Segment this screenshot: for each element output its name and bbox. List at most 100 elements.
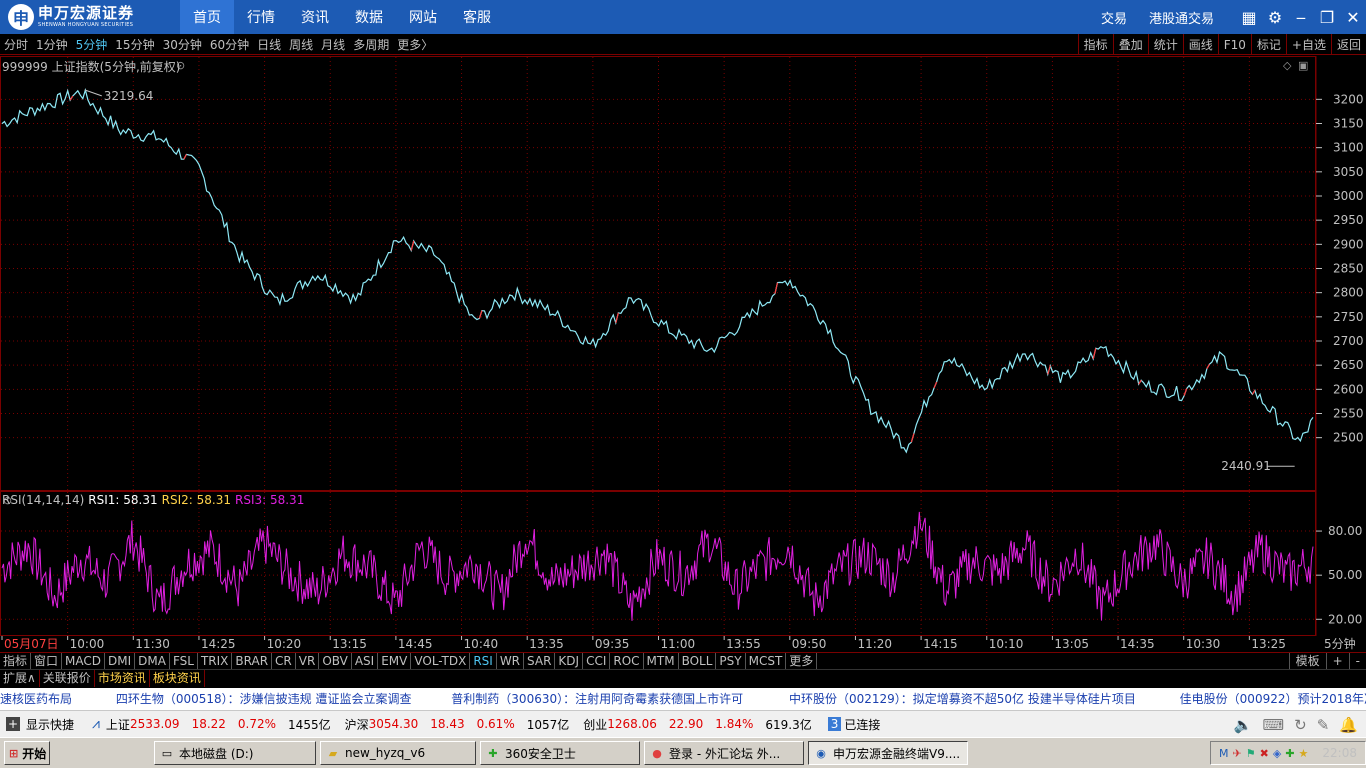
indicator-tab-vr[interactable]: VR bbox=[296, 653, 320, 669]
tray-icon[interactable]: ★ bbox=[1299, 747, 1309, 760]
indicator-tab--[interactable]: 窗口 bbox=[31, 653, 63, 669]
task-terminal[interactable]: ◉ 申万宏源金融终端V9.... bbox=[808, 741, 968, 765]
task-browser[interactable]: ● 登录 - 外汇论坛 外... bbox=[644, 741, 804, 765]
stats-button[interactable]: 统计 bbox=[1147, 34, 1183, 55]
period-tab[interactable]: 60分钟 bbox=[206, 36, 253, 53]
ticker-item[interactable]: 速核医药布局 bbox=[0, 688, 72, 710]
indicator-tab-wr[interactable]: WR bbox=[497, 653, 525, 669]
tray-icon[interactable]: ✚ bbox=[1285, 747, 1294, 760]
task-disk[interactable]: ▭ 本地磁盘 (D:) bbox=[154, 741, 316, 765]
indicator-tab-cci[interactable]: CCI bbox=[583, 653, 611, 669]
period-tab[interactable]: 多周期 bbox=[349, 36, 393, 53]
nav-news[interactable]: 资讯 bbox=[288, 0, 342, 34]
ticker-item[interactable]: 四环生物（000518）：涉嫌信披违规 遭证监会立案调查 bbox=[116, 688, 412, 710]
period-tab[interactable]: 周线 bbox=[285, 36, 317, 53]
chart-small-icon[interactable]: ⩘ bbox=[92, 716, 100, 732]
period-tab[interactable]: 1分钟 bbox=[32, 36, 72, 53]
back-button[interactable]: 返回 bbox=[1330, 34, 1366, 55]
period-tab-active[interactable]: 5分钟 bbox=[72, 36, 112, 53]
shortcut-toggle[interactable]: 显示快捷 bbox=[26, 716, 74, 733]
rsi1-value: RSI1: 58.31 bbox=[88, 493, 158, 507]
nav-quotes[interactable]: 行情 bbox=[234, 0, 288, 34]
indicator-tab-dmi[interactable]: DMI bbox=[105, 653, 136, 669]
add-watchlist-button[interactable]: +自选 bbox=[1285, 34, 1331, 55]
minimize-icon[interactable]: ‒ bbox=[1288, 0, 1314, 34]
nav-service[interactable]: 客服 bbox=[450, 0, 504, 34]
indicator-tab-asi[interactable]: ASI bbox=[352, 653, 379, 669]
tray-icon[interactable]: M bbox=[1219, 747, 1229, 760]
keyboard-icon[interactable]: ⌨ bbox=[1263, 716, 1285, 734]
period-tab[interactable]: 30分钟 bbox=[159, 36, 206, 53]
tray-icon[interactable]: ✈ bbox=[1233, 747, 1242, 760]
rsi-name: RSI(14,14,14) bbox=[2, 493, 85, 507]
indicator-tab-mcst[interactable]: MCST bbox=[746, 653, 787, 669]
indicator-tab-psy[interactable]: PSY bbox=[716, 653, 746, 669]
overlay-button[interactable]: 叠加 bbox=[1112, 34, 1148, 55]
mark-button[interactable]: 标记 bbox=[1250, 34, 1286, 55]
indicator-tab-brar[interactable]: BRAR bbox=[232, 653, 273, 669]
grid-menu-icon[interactable]: ▦ bbox=[1236, 0, 1262, 34]
ticker-item[interactable]: 中环股份（002129）：拟定增募资不超50亿 投建半导体硅片项目 bbox=[789, 688, 1136, 710]
template-button[interactable]: 模板 bbox=[1288, 653, 1326, 669]
tab-related-quotes[interactable]: 关联报价 bbox=[40, 670, 95, 687]
expand-toggle[interactable]: 扩展∧ bbox=[0, 670, 40, 687]
start-button[interactable]: ⊞ 开始 bbox=[4, 741, 50, 765]
ticker-item[interactable]: 佳电股份（000922）预计2018年净利润 bbox=[1180, 688, 1366, 710]
indicator-tab-rsi[interactable]: RSI bbox=[470, 653, 497, 669]
task-folder[interactable]: ▰ new_hyzq_v6 bbox=[320, 741, 476, 765]
tab-sector-news[interactable]: 板块资讯 bbox=[150, 670, 205, 687]
indicator-tab-vol-tdx[interactable]: VOL-TDX bbox=[411, 653, 471, 669]
tray-icon[interactable]: ⚑ bbox=[1246, 747, 1256, 760]
tab-market-news[interactable]: 市场资讯 bbox=[95, 670, 150, 687]
period-tab[interactable]: 更多〉 bbox=[393, 36, 437, 53]
task-label: 360安全卫士 bbox=[505, 746, 576, 761]
time-label: 14:25 bbox=[201, 637, 236, 651]
period-tab[interactable]: 15分钟 bbox=[111, 36, 158, 53]
indicator-tab-boll[interactable]: BOLL bbox=[679, 653, 717, 669]
news-ticker[interactable]: 速核医药布局 四环生物（000518）：涉嫌信披违规 遭证监会立案调查 普利制药… bbox=[0, 688, 1366, 710]
y-tick-label: 2750 bbox=[1333, 310, 1364, 324]
indicator-tab--[interactable]: 指标 bbox=[0, 653, 32, 669]
plus-icon[interactable]: + bbox=[6, 717, 20, 731]
indicator-tab-mtm[interactable]: MTM bbox=[644, 653, 679, 669]
nav-home[interactable]: 首页 bbox=[180, 0, 234, 34]
trade-link[interactable]: 交易 bbox=[1101, 8, 1127, 27]
indicator-tab-macd[interactable]: MACD bbox=[62, 653, 106, 669]
refresh-icon[interactable]: ↻ bbox=[1294, 716, 1307, 734]
indicator-tab--[interactable]: 更多 bbox=[786, 653, 818, 669]
bell-icon[interactable]: 🔔 bbox=[1339, 716, 1358, 734]
nav-data[interactable]: 数据 bbox=[342, 0, 396, 34]
indicator-tab-sar[interactable]: SAR bbox=[524, 653, 556, 669]
f10-button[interactable]: F10 bbox=[1217, 34, 1251, 55]
nav-website[interactable]: 网站 bbox=[396, 0, 450, 34]
speaker-icon[interactable]: 🔈 bbox=[1234, 716, 1253, 734]
indicator-tab-dma[interactable]: DMA bbox=[135, 653, 170, 669]
indicator-tab-obv[interactable]: OBV bbox=[319, 653, 352, 669]
indicator-tab-cr[interactable]: CR bbox=[272, 653, 296, 669]
restore-icon[interactable]: ❐ bbox=[1314, 0, 1340, 34]
price-up-segment bbox=[69, 95, 74, 101]
ticker-item[interactable]: 普利制药（300630）：注射用阿奇霉素获德国上市许可 bbox=[451, 688, 743, 710]
period-tab[interactable]: 分时 bbox=[0, 36, 32, 53]
tray-icon[interactable]: ◈ bbox=[1273, 747, 1281, 760]
tray-icon[interactable]: ✖ bbox=[1260, 747, 1269, 760]
indicator-tab-kdj[interactable]: KDJ bbox=[555, 653, 584, 669]
task-360[interactable]: ✚ 360安全卫士 bbox=[480, 741, 640, 765]
kline-chart[interactable]: 2500 2550 2600 2650 2700 2750 2800 2850 2900 2950… bbox=[0, 56, 1366, 636]
draw-button[interactable]: 画线 bbox=[1182, 34, 1218, 55]
close-icon[interactable]: ✕ bbox=[1340, 0, 1366, 34]
y-tick-label: 3100 bbox=[1333, 141, 1364, 155]
gear-icon[interactable]: ⚙ bbox=[1262, 0, 1288, 34]
period-tab[interactable]: 日线 bbox=[253, 36, 285, 53]
hk-trade-link[interactable]: 港股通交易 bbox=[1149, 8, 1214, 27]
indicator-tab-trix[interactable]: TRIX bbox=[198, 653, 233, 669]
remove-window-button[interactable]: - bbox=[1348, 653, 1366, 669]
indicator-button[interactable]: 指标 bbox=[1077, 34, 1113, 55]
indicator-tab-emv[interactable]: EMV bbox=[378, 653, 412, 669]
tools-icon[interactable]: ✎ bbox=[1317, 716, 1330, 734]
period-tab[interactable]: 月线 bbox=[317, 36, 349, 53]
indicator-tab-fsl[interactable]: FSL bbox=[170, 653, 198, 669]
indicator-tab-bar: 指标 窗口 MACD DMI DMA FSL TRIX BRAR CR VR OBV ASI EMV VO… bbox=[0, 652, 1366, 669]
indicator-tab-roc[interactable]: ROC bbox=[610, 653, 644, 669]
add-window-button[interactable]: + bbox=[1325, 653, 1349, 669]
